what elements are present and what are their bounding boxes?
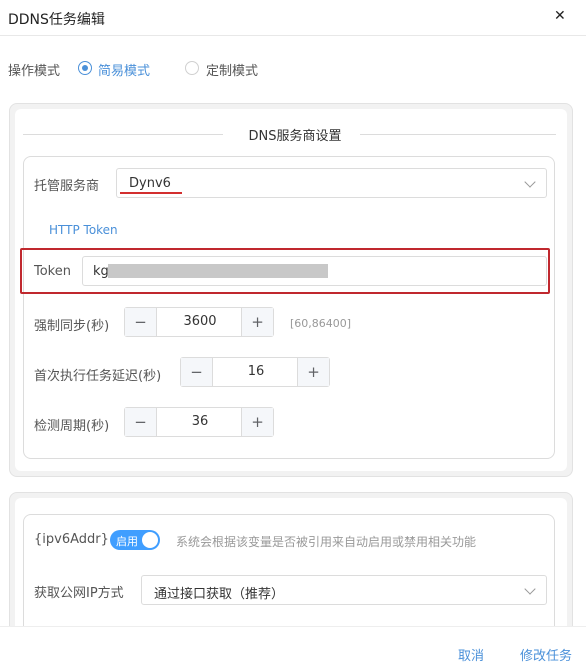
check-period-label: 检测周期(秒) (34, 419, 110, 434)
dns-settings-card (23, 156, 555, 459)
ipv6-toggle-description: 系统会根据该变量是否被引用来自动启用或禁用相关功能 (176, 535, 477, 549)
fetch-ip-select[interactable]: 通过接口获取（推荐） (141, 575, 547, 605)
force-sync-stepper: − 3600 + (124, 307, 274, 337)
check-period-decrement-button[interactable]: − (125, 408, 157, 436)
token-value: kg (93, 264, 109, 279)
radio-custom-mode[interactable] (185, 61, 199, 75)
first-delay-stepper: − 16 + (180, 357, 330, 387)
dns-section-title: DNS服务商设置 (248, 129, 342, 144)
ddns-edit-dialog: DDNS任务编辑 ✕ 操作模式 简易模式 定制模式 DNS服务商设置 托管服务商… (0, 0, 586, 665)
force-sync-label: 强制同步(秒) (34, 319, 110, 334)
token-label: Token (34, 264, 71, 279)
ipv6-var-label: {ipv6Addr} (34, 532, 109, 547)
submit-task-button[interactable]: 修改任务 (520, 645, 572, 664)
provider-label: 托管服务商 (34, 179, 100, 194)
toggle-knob (142, 532, 158, 548)
provider-underline (120, 192, 182, 194)
section-divider-right (360, 134, 556, 135)
close-icon[interactable]: ✕ (554, 9, 568, 23)
check-period-value[interactable]: 36 (158, 414, 242, 429)
toggle-on-label: 启用 (116, 535, 138, 548)
ipv6-enable-toggle[interactable]: 启用 (110, 530, 160, 550)
dialog-footer: 取消 修改任务 (0, 626, 586, 665)
http-token-link[interactable]: HTTP Token (49, 223, 118, 237)
provider-value: Dynv6 (129, 176, 171, 191)
dialog-title: DDNS任务编辑 (8, 12, 105, 28)
first-delay-label: 首次执行任务延迟(秒) (34, 369, 162, 384)
chevron-down-icon (524, 583, 536, 595)
token-redacted (108, 264, 328, 278)
fetch-ip-value: 通过接口获取（推荐） (154, 587, 285, 602)
radio-custom-mode-label[interactable]: 定制模式 (206, 60, 258, 79)
force-sync-value[interactable]: 3600 (158, 314, 242, 329)
chevron-down-icon (524, 176, 536, 188)
first-delay-value[interactable]: 16 (214, 364, 298, 379)
mode-label: 操作模式 (8, 64, 61, 79)
force-sync-decrement-button[interactable]: − (125, 308, 157, 336)
check-period-increment-button[interactable]: + (241, 408, 273, 436)
section-divider-left (23, 134, 223, 135)
dialog-header: DDNS任务编辑 ✕ (0, 0, 586, 36)
token-input[interactable]: kg (82, 256, 547, 286)
first-delay-increment-button[interactable]: + (297, 358, 329, 386)
fetch-ip-label: 获取公网IP方式 (34, 586, 124, 601)
mode-selector: 操作模式 简易模式 定制模式 (8, 59, 528, 79)
force-sync-increment-button[interactable]: + (241, 308, 273, 336)
radio-simple-mode-label[interactable]: 简易模式 (98, 60, 150, 79)
radio-simple-mode[interactable] (78, 61, 92, 75)
first-delay-decrement-button[interactable]: − (181, 358, 213, 386)
cancel-button[interactable]: 取消 (458, 645, 484, 664)
check-period-stepper: − 36 + (124, 407, 274, 437)
force-sync-range-hint: [60,86400] (290, 317, 352, 330)
